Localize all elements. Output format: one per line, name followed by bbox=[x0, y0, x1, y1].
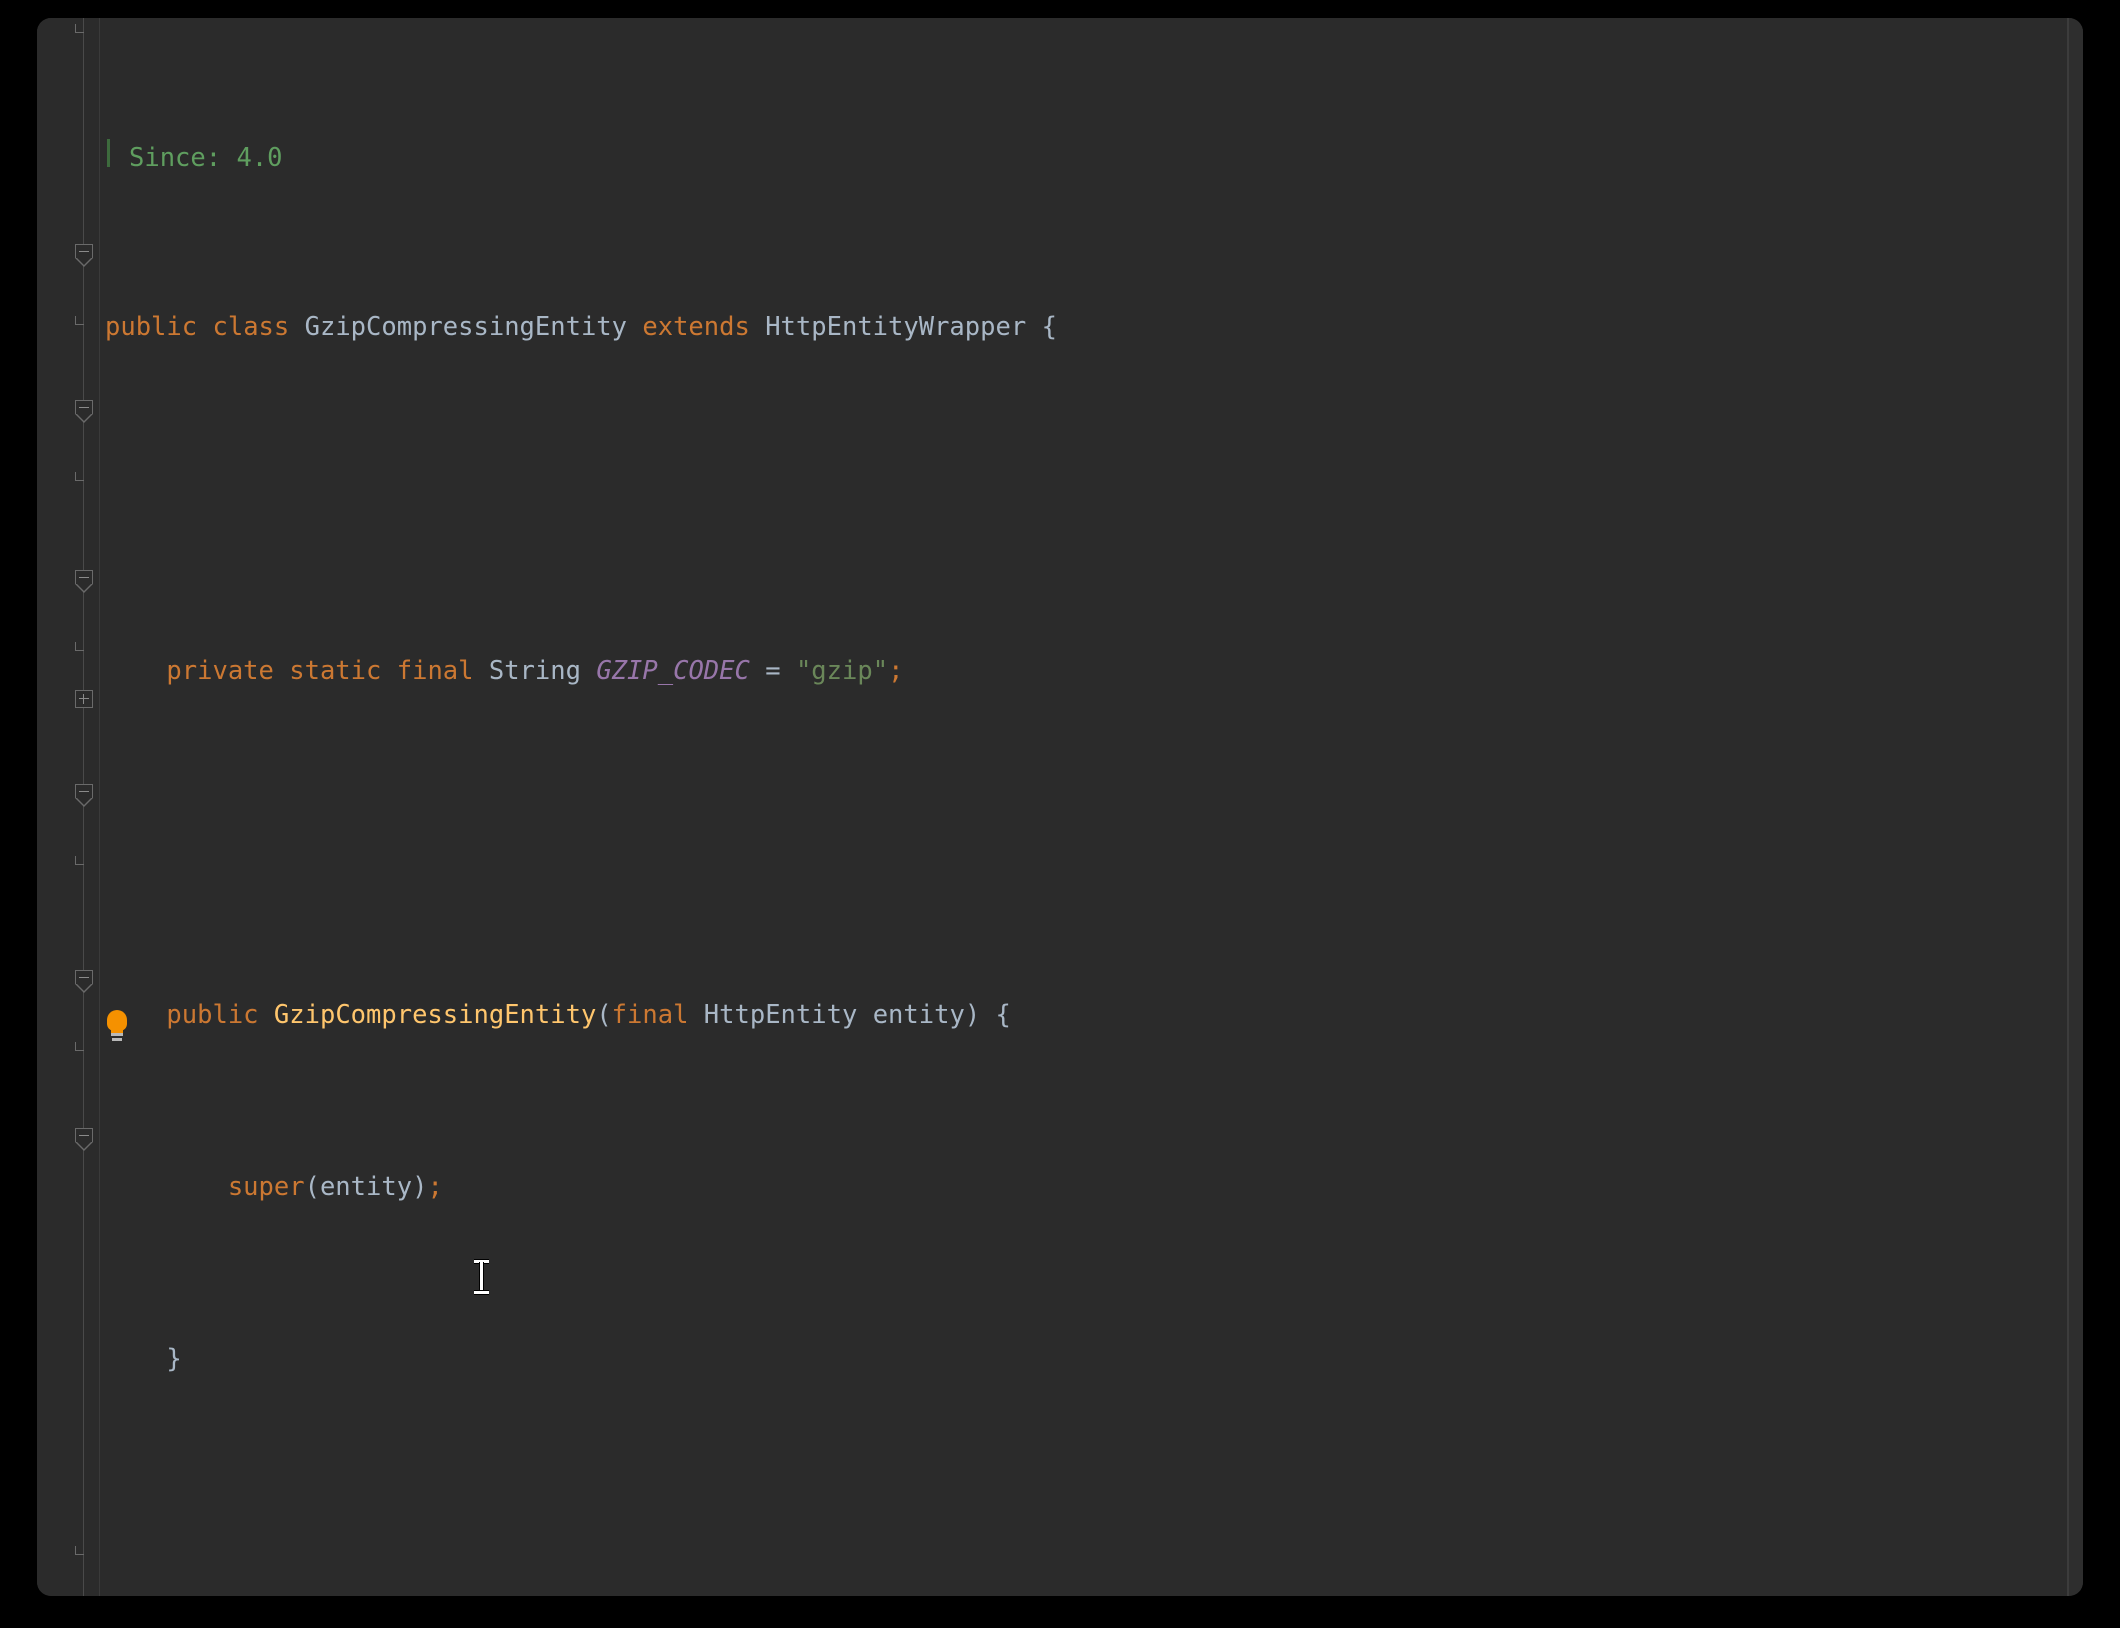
assign-op: = bbox=[765, 656, 781, 686]
param-entity: entity bbox=[872, 1000, 965, 1030]
screen: Since: 4.0 public class GzipCompressingE… bbox=[0, 0, 2120, 1628]
kw-final-param: final bbox=[611, 1000, 689, 1030]
const-value: "gzip" bbox=[795, 656, 889, 686]
brace-open: { bbox=[995, 1000, 1011, 1030]
type-http-entity: HttpEntity bbox=[703, 1000, 858, 1030]
code-line-ctor-close[interactable]: } bbox=[101, 1338, 2065, 1381]
fold-end-marker-is-chunked[interactable] bbox=[75, 856, 84, 865]
kw-super: super bbox=[227, 1172, 305, 1202]
fold-end-marker-get-content[interactable] bbox=[75, 1042, 84, 1051]
kw-private: private bbox=[166, 656, 274, 686]
close-brace: } bbox=[166, 1344, 182, 1374]
code-line-class-decl[interactable]: public class GzipCompressingEntity exten… bbox=[101, 306, 2065, 349]
fold-dash bbox=[79, 577, 89, 578]
semicolon: ; bbox=[427, 1172, 443, 1202]
paren: ( bbox=[304, 1172, 320, 1202]
semicolon: ; bbox=[888, 656, 904, 686]
paren-close: ) bbox=[964, 1000, 981, 1030]
fold-plus-horizontal bbox=[79, 698, 89, 699]
editor-gutter[interactable] bbox=[37, 18, 100, 1596]
code-editor-window: Since: 4.0 public class GzipCompressingE… bbox=[37, 18, 2083, 1596]
fold-collapse-marker-get-content[interactable] bbox=[75, 970, 93, 993]
fold-plus-vertical bbox=[83, 694, 84, 704]
arg-entity: entity bbox=[319, 1172, 413, 1202]
code-line-javadoc-tail[interactable]: Since: 4.0 bbox=[101, 139, 2065, 177]
paren-open: ( bbox=[596, 1000, 612, 1030]
editor-scrollbar[interactable] bbox=[2067, 18, 2083, 1596]
fold-collapse-marker-is-chunked-region[interactable] bbox=[75, 570, 93, 593]
fold-end-marker[interactable] bbox=[75, 24, 84, 33]
fold-dash bbox=[79, 407, 89, 408]
fold-dash bbox=[79, 791, 89, 792]
ctor-name: GzipCompressingEntity bbox=[273, 1000, 597, 1030]
code-text-area[interactable]: Since: 4.0 public class GzipCompressingE… bbox=[101, 18, 2065, 1596]
class-name: GzipCompressingEntity bbox=[304, 312, 628, 342]
kw-public: public bbox=[105, 312, 198, 342]
fold-dash bbox=[79, 251, 89, 252]
code-line-constructor[interactable]: public GzipCompressingEntity(final HttpE… bbox=[101, 994, 2065, 1037]
fold-expand-marker-get-content-length[interactable] bbox=[75, 690, 93, 708]
code-line-blank-3[interactable] bbox=[101, 1510, 2065, 1553]
kw-static: static bbox=[289, 656, 382, 686]
code-line-super-call[interactable]: super(entity); bbox=[101, 1166, 2065, 1209]
fold-end-marker-write-to[interactable] bbox=[75, 1546, 84, 1555]
kw-final: final bbox=[396, 656, 474, 686]
javadoc-since-text: Since: 4.0 bbox=[129, 143, 283, 173]
fold-collapse-marker-constructor[interactable] bbox=[75, 244, 93, 267]
fold-collapse-marker-write-to[interactable] bbox=[75, 1128, 93, 1151]
fold-dash bbox=[79, 1135, 89, 1136]
fold-end-marker-a[interactable] bbox=[75, 642, 84, 651]
const-gzip-codec: GZIP_CODEC bbox=[596, 656, 750, 686]
type-string: String bbox=[488, 656, 581, 686]
fold-dash bbox=[79, 977, 89, 978]
javadoc-left-bar bbox=[107, 139, 110, 167]
kw-class: class bbox=[212, 312, 290, 342]
code-line-blank-1[interactable] bbox=[101, 478, 2065, 521]
fold-end-marker-constructor[interactable] bbox=[75, 316, 84, 325]
fold-collapse-marker-is-chunked[interactable] bbox=[75, 784, 93, 807]
kw-public-ctor: public bbox=[166, 1000, 259, 1030]
open-brace: { bbox=[1041, 312, 1057, 342]
kw-extends: extends bbox=[642, 312, 750, 342]
fold-end-marker-get-content-encoding[interactable] bbox=[75, 472, 84, 481]
code-line-const-decl[interactable]: private static final String GZIP_CODEC =… bbox=[101, 650, 2065, 693]
super-class-name: HttpEntityWrapper bbox=[765, 312, 1027, 342]
code-line-blank-2[interactable] bbox=[101, 822, 2065, 865]
fold-collapse-marker-get-content-encoding[interactable] bbox=[75, 400, 93, 423]
paren2: ) bbox=[412, 1172, 428, 1202]
